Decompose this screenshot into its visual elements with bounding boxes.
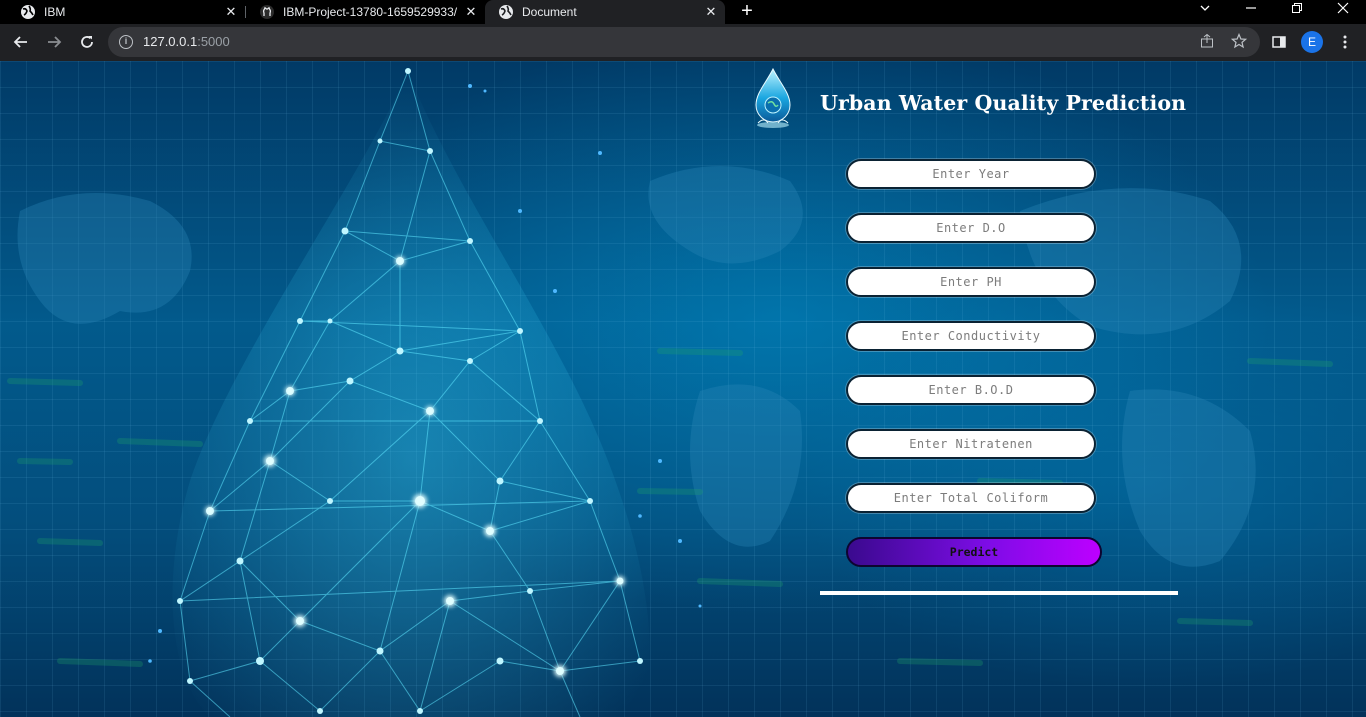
do-input[interactable] — [846, 213, 1096, 243]
bod-input[interactable] — [846, 375, 1096, 405]
year-input[interactable] — [846, 159, 1096, 189]
tab-github[interactable]: IBM-Project-13780-1659529933/ ✕ — [245, 0, 485, 24]
page-title: Urban Water Quality Prediction — [820, 91, 1187, 115]
close-window-icon[interactable] — [1320, 0, 1366, 24]
water-drop-logo-icon — [755, 67, 791, 128]
tab-document[interactable]: Document ✕ — [485, 0, 725, 24]
page-content: Urban Water Quality Prediction Predict — [0, 61, 1366, 717]
forward-arrow-icon[interactable] — [42, 30, 66, 54]
form-divider — [820, 591, 1178, 595]
network-water-drop — [148, 68, 702, 717]
tab-title: Document — [522, 5, 577, 19]
profile-avatar[interactable]: E — [1301, 31, 1323, 53]
browser-toolbar: i 127.0.0.1:5000 E — [0, 24, 1366, 61]
tab-strip: IBM ✕ IBM-Project-13780-1659529933/ ✕ Do… — [0, 0, 1366, 24]
back-arrow-icon[interactable] — [9, 30, 33, 54]
new-tab-button[interactable]: + — [736, 0, 758, 24]
tab-ibm[interactable]: IBM ✕ — [0, 0, 245, 24]
url-text: 127.0.0.1:5000 — [143, 34, 230, 49]
conductivity-input[interactable] — [846, 321, 1096, 351]
restore-icon[interactable] — [1274, 0, 1320, 24]
tab-title: IBM — [44, 5, 66, 19]
url-port: :5000 — [197, 34, 230, 49]
reload-icon[interactable] — [75, 30, 99, 54]
close-tab-icon[interactable]: ✕ — [703, 4, 719, 20]
share-icon[interactable] — [1198, 33, 1216, 51]
github-icon — [260, 5, 274, 19]
total-coliform-input[interactable] — [846, 483, 1096, 513]
background-illustration — [7, 68, 1333, 717]
tab-title: IBM-Project-13780-1659529933/ — [283, 5, 458, 19]
close-tab-icon[interactable]: ✕ — [463, 4, 479, 20]
bookmark-star-icon[interactable] — [1230, 32, 1248, 51]
predict-button[interactable]: Predict — [846, 537, 1102, 567]
globe-icon — [499, 5, 513, 19]
tab-search-icon[interactable] — [1182, 0, 1228, 24]
site-info-icon[interactable]: i — [119, 35, 133, 49]
ph-input[interactable] — [846, 267, 1096, 297]
address-bar[interactable]: i 127.0.0.1:5000 — [108, 27, 1260, 57]
close-tab-icon[interactable]: ✕ — [223, 4, 239, 20]
side-panel-icon[interactable] — [1267, 30, 1291, 54]
url-host: 127.0.0.1 — [143, 34, 198, 49]
minimize-icon[interactable] — [1228, 0, 1274, 24]
nitratenen-input[interactable] — [846, 429, 1096, 459]
kebab-menu-icon[interactable] — [1333, 30, 1357, 54]
globe-icon — [21, 5, 35, 19]
